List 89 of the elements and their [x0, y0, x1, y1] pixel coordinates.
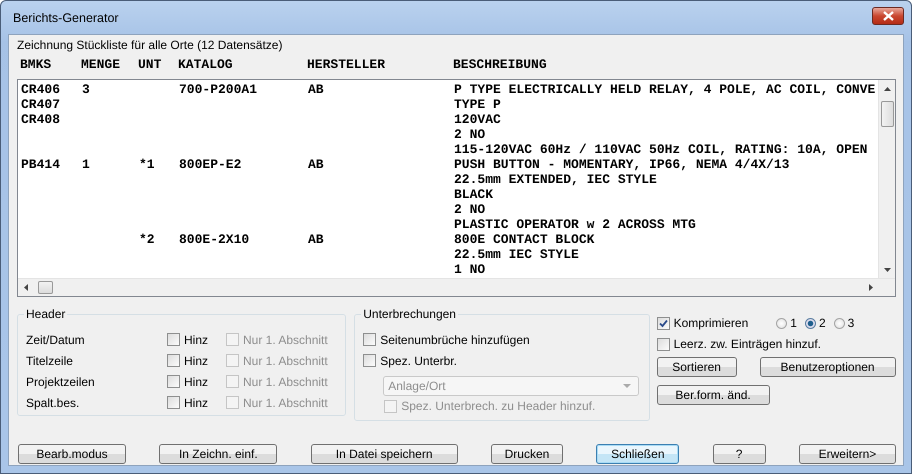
column-header: MENGE — [81, 56, 122, 72]
column-header: UNT — [138, 56, 162, 72]
report-cell: PLASTIC OPERATOR w 2 ACROSS MTG — [454, 217, 696, 232]
checkbox-label: Nur 1. Abschnitt — [243, 332, 328, 346]
column-header: BESCHREIBUNG — [453, 56, 548, 72]
scroll-thumb[interactable] — [880, 101, 894, 127]
report-cell: *1 — [139, 157, 155, 172]
checkbox[interactable] — [656, 338, 670, 350]
caret-icon — [623, 384, 632, 388]
dialog-button[interactable]: In Zeichn. einf. — [159, 444, 278, 464]
checkbox-label: Nur 1. Abschnitt — [243, 354, 328, 368]
group-title: Header — [24, 307, 68, 321]
report-cell: 1 — [82, 157, 90, 172]
report-cell: AB — [308, 232, 324, 247]
checkbox-label: Hinz — [184, 332, 208, 346]
report-cell: *2 — [139, 232, 155, 247]
scroll-left-icon — [24, 284, 28, 291]
dialog-button[interactable]: Bearb.modus — [18, 444, 126, 464]
report-cell: AB — [308, 157, 324, 172]
vertical-scrollbar[interactable] — [878, 80, 895, 278]
option-button[interactable]: Benutzeroptionen — [760, 357, 896, 377]
close-icon — [882, 10, 894, 20]
close-button[interactable] — [872, 6, 904, 24]
report-cell: 1 NO — [454, 262, 486, 277]
report-cell: CR408 — [21, 112, 60, 127]
checkbox-label: Hinz — [184, 374, 208, 388]
scroll-up-icon — [884, 87, 890, 91]
checkbox-label: Seitenumbrüche hinzufügen — [380, 332, 530, 346]
report-cell: 800EP-E2 — [179, 157, 242, 172]
column-header: KATALOG — [178, 56, 234, 72]
scroll-right-icon — [869, 284, 873, 291]
report-cell: 2 NO — [454, 127, 486, 142]
dialog-button[interactable]: Schließen — [596, 444, 680, 464]
radio-label: 2 — [818, 316, 826, 330]
report-cell: 800E CONTACT BLOCK — [454, 232, 594, 247]
report-cell: 115-120VAC 60Hz / 110VAC 50Hz COIL, RATING: 10A, OPEN — [454, 142, 868, 157]
checkbox[interactable] — [363, 333, 376, 346]
checkbox[interactable] — [167, 333, 180, 346]
checkbox-label: Hinz — [184, 396, 208, 410]
radio-button[interactable] — [804, 318, 816, 328]
dialog-button[interactable]: Erweitern> — [798, 444, 896, 464]
checkbox[interactable] — [363, 354, 376, 367]
checkbox[interactable] — [167, 396, 180, 409]
scroll-down-icon — [884, 268, 890, 272]
group-title: Unterbrechungen — [361, 307, 458, 321]
radio-label: 1 — [790, 316, 797, 330]
window-title: Berichts-Generator — [13, 10, 119, 24]
horizontal-scrollbar[interactable] — [18, 278, 895, 296]
report-cell: 800E-2X10 — [179, 232, 250, 247]
checkbox-label: Nur 1. Abschnitt — [243, 374, 328, 388]
checkbox[interactable] — [167, 375, 180, 388]
radio-button[interactable] — [776, 318, 788, 328]
report-cell: 22.5mm IEC STYLE — [454, 247, 579, 262]
option-label: Titelzeile — [26, 354, 74, 368]
dialog-button[interactable]: ? — [712, 444, 766, 464]
report-cell: PUSH BUTTON - MOMENTARY, IP66, NEMA 4/4X/13 — [454, 157, 790, 172]
checkbox-label: Nur 1. Abschnitt — [243, 396, 328, 410]
radio-button[interactable] — [834, 318, 845, 328]
report-cell: 2 NO — [454, 202, 486, 217]
option-button[interactable]: Sortieren — [656, 357, 737, 377]
checkbox[interactable] — [656, 316, 670, 330]
report-cell: TYPE P — [454, 97, 501, 112]
dialog-button[interactable]: In Datei speichern — [310, 444, 458, 464]
scroll-thumb[interactable] — [38, 281, 53, 294]
radio-label: 3 — [848, 316, 854, 330]
report-cell: 700-P200A1 — [179, 82, 258, 97]
column-header: HERSTELLER — [307, 56, 386, 72]
checkbox-label: Hinz — [184, 354, 208, 368]
option-label: Spalt.bes. — [26, 396, 80, 410]
checkbox[interactable] — [167, 354, 180, 367]
option-label: Projektzeilen — [26, 374, 96, 388]
report-cell: AB — [308, 82, 324, 97]
option-label: Zeit/Datum — [26, 332, 86, 346]
dialog-button[interactable]: Drucken — [490, 444, 563, 464]
checkbox-label: Spez. Unterbrech. zu Header hinzuf. — [401, 399, 596, 413]
checkbox-label: Komprimieren — [674, 316, 748, 330]
report-cell: CR406 — [21, 82, 60, 97]
column-header: BMKS — [20, 56, 52, 72]
checkbox-label: Leerz. zw. Einträgen hinzuf. — [674, 337, 821, 351]
checkbox-label: Spez. Unterbr. — [380, 354, 457, 368]
report-cell: 120VAC — [454, 112, 501, 127]
report-cell: 3 — [82, 82, 90, 97]
report-cell: PB414 — [21, 157, 60, 172]
report-cell: P TYPE ELECTRICALLY HELD RELAY, 4 POLE, AC COIL, CONVE — [454, 82, 876, 97]
report-cell: 22.5mm EXTENDED, IEC STYLE — [454, 172, 657, 187]
report-caption: Zeichnung Stückliste für alle Orte (12 Datensätze) — [17, 38, 284, 53]
report-cell: CR407 — [21, 97, 60, 112]
option-button[interactable]: Ber.form. änd. — [656, 385, 770, 405]
report-cell: BLACK — [454, 187, 494, 202]
